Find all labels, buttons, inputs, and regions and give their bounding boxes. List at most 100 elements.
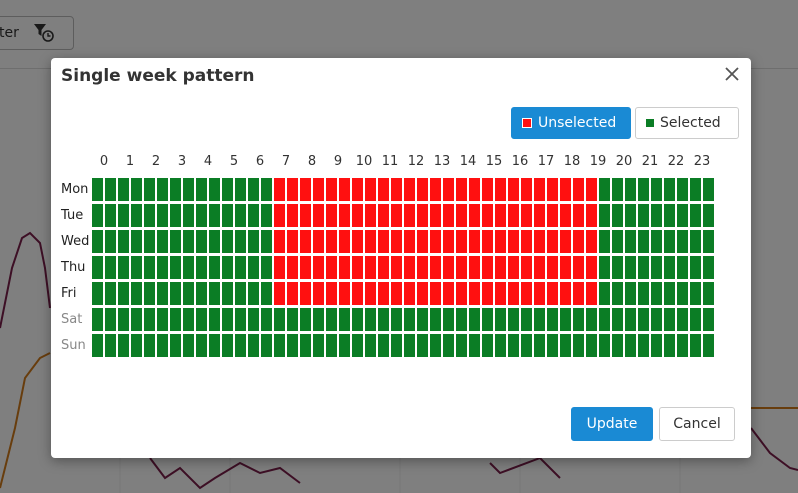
schedule-cell[interactable] bbox=[417, 178, 428, 201]
schedule-cell[interactable] bbox=[469, 204, 480, 227]
schedule-cell[interactable] bbox=[560, 178, 571, 201]
schedule-cell[interactable] bbox=[534, 334, 545, 357]
schedule-cell[interactable] bbox=[495, 256, 506, 279]
schedule-cell[interactable] bbox=[131, 256, 142, 279]
schedule-cell[interactable] bbox=[703, 282, 714, 305]
hour-label[interactable]: 1 bbox=[117, 154, 143, 169]
schedule-cell[interactable] bbox=[287, 256, 298, 279]
hour-label[interactable]: 2 bbox=[143, 154, 169, 169]
schedule-cell[interactable] bbox=[534, 178, 545, 201]
schedule-cell[interactable] bbox=[235, 230, 246, 253]
schedule-cell[interactable] bbox=[443, 334, 454, 357]
schedule-cell[interactable] bbox=[573, 334, 584, 357]
schedule-cell[interactable] bbox=[664, 282, 675, 305]
schedule-cell[interactable] bbox=[222, 204, 233, 227]
schedule-cell[interactable] bbox=[157, 308, 168, 331]
schedule-cell[interactable] bbox=[326, 178, 337, 201]
schedule-cell[interactable] bbox=[404, 204, 415, 227]
schedule-cell[interactable] bbox=[534, 256, 545, 279]
schedule-cell[interactable] bbox=[313, 256, 324, 279]
schedule-cell[interactable] bbox=[534, 308, 545, 331]
schedule-cell[interactable] bbox=[209, 178, 220, 201]
schedule-cell[interactable] bbox=[235, 204, 246, 227]
schedule-cell[interactable] bbox=[248, 334, 259, 357]
schedule-cell[interactable] bbox=[638, 308, 649, 331]
schedule-cell[interactable] bbox=[92, 282, 103, 305]
schedule-cell[interactable] bbox=[404, 282, 415, 305]
schedule-cell[interactable] bbox=[651, 178, 662, 201]
schedule-cell[interactable] bbox=[144, 256, 155, 279]
schedule-cell[interactable] bbox=[690, 178, 701, 201]
schedule-cell[interactable] bbox=[209, 256, 220, 279]
schedule-cell[interactable] bbox=[508, 204, 519, 227]
schedule-cell[interactable] bbox=[196, 204, 207, 227]
schedule-cell[interactable] bbox=[482, 204, 493, 227]
hour-label[interactable]: 0 bbox=[91, 154, 117, 169]
schedule-cell[interactable] bbox=[183, 230, 194, 253]
schedule-cell[interactable] bbox=[157, 178, 168, 201]
schedule-cell[interactable] bbox=[690, 308, 701, 331]
schedule-cell[interactable] bbox=[313, 308, 324, 331]
schedule-cell[interactable] bbox=[274, 256, 285, 279]
schedule-cell[interactable] bbox=[274, 308, 285, 331]
schedule-cell[interactable] bbox=[391, 256, 402, 279]
schedule-cell[interactable] bbox=[287, 230, 298, 253]
schedule-cell[interactable] bbox=[170, 178, 181, 201]
schedule-cell[interactable] bbox=[235, 334, 246, 357]
schedule-cell[interactable] bbox=[625, 308, 636, 331]
schedule-cell[interactable] bbox=[157, 334, 168, 357]
schedule-cell[interactable] bbox=[417, 256, 428, 279]
schedule-cell[interactable] bbox=[677, 178, 688, 201]
schedule-cell[interactable] bbox=[235, 178, 246, 201]
schedule-cell[interactable] bbox=[235, 282, 246, 305]
hour-label[interactable]: 13 bbox=[429, 154, 455, 169]
schedule-cell[interactable] bbox=[586, 256, 597, 279]
schedule-cell[interactable] bbox=[586, 204, 597, 227]
schedule-cell[interactable] bbox=[612, 282, 623, 305]
schedule-cell[interactable] bbox=[625, 230, 636, 253]
schedule-cell[interactable] bbox=[599, 308, 610, 331]
schedule-cell[interactable] bbox=[118, 178, 129, 201]
schedule-cell[interactable] bbox=[170, 334, 181, 357]
schedule-cell[interactable] bbox=[183, 282, 194, 305]
schedule-cell[interactable] bbox=[690, 204, 701, 227]
schedule-cell[interactable] bbox=[300, 308, 311, 331]
schedule-cell[interactable] bbox=[521, 256, 532, 279]
schedule-cell[interactable] bbox=[300, 282, 311, 305]
hour-label[interactable]: 14 bbox=[455, 154, 481, 169]
schedule-cell[interactable] bbox=[339, 334, 350, 357]
schedule-cell[interactable] bbox=[352, 178, 363, 201]
schedule-cell[interactable] bbox=[417, 204, 428, 227]
schedule-cell[interactable] bbox=[144, 282, 155, 305]
schedule-cell[interactable] bbox=[404, 256, 415, 279]
schedule-cell[interactable] bbox=[339, 204, 350, 227]
schedule-cell[interactable] bbox=[677, 308, 688, 331]
schedule-cell[interactable] bbox=[508, 178, 519, 201]
schedule-cell[interactable] bbox=[469, 256, 480, 279]
schedule-cell[interactable] bbox=[664, 230, 675, 253]
schedule-cell[interactable] bbox=[417, 282, 428, 305]
schedule-cell[interactable] bbox=[443, 308, 454, 331]
schedule-cell[interactable] bbox=[261, 256, 272, 279]
schedule-cell[interactable] bbox=[443, 178, 454, 201]
schedule-cell[interactable] bbox=[222, 256, 233, 279]
schedule-cell[interactable] bbox=[235, 256, 246, 279]
hour-label[interactable]: 23 bbox=[689, 154, 715, 169]
schedule-cell[interactable] bbox=[170, 230, 181, 253]
close-button[interactable] bbox=[721, 64, 743, 86]
cancel-button[interactable]: Cancel bbox=[659, 407, 735, 441]
schedule-cell[interactable] bbox=[521, 178, 532, 201]
schedule-cell[interactable] bbox=[300, 334, 311, 357]
schedule-cell[interactable] bbox=[365, 178, 376, 201]
schedule-cell[interactable] bbox=[261, 230, 272, 253]
schedule-cell[interactable] bbox=[547, 282, 558, 305]
schedule-cell[interactable] bbox=[131, 204, 142, 227]
schedule-cell[interactable] bbox=[326, 282, 337, 305]
schedule-cell[interactable] bbox=[105, 204, 116, 227]
schedule-cell[interactable] bbox=[209, 282, 220, 305]
schedule-cell[interactable] bbox=[482, 334, 493, 357]
schedule-cell[interactable] bbox=[378, 230, 389, 253]
schedule-cell[interactable] bbox=[313, 204, 324, 227]
schedule-cell[interactable] bbox=[248, 308, 259, 331]
schedule-cell[interactable] bbox=[365, 256, 376, 279]
